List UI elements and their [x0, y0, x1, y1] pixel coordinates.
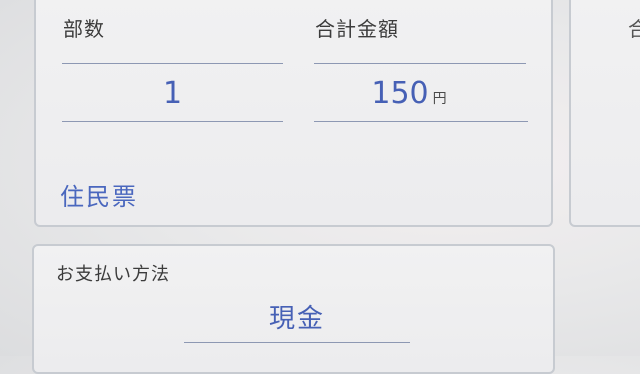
total-top-rule [314, 63, 526, 64]
quantity-value[interactable]: 1 [62, 76, 283, 111]
total-amount-number: 150 [371, 76, 429, 111]
total-bottom-rule [314, 121, 528, 122]
quantity-top-rule [62, 63, 283, 64]
side-panel-card: 合 [569, 0, 640, 227]
payment-method-card: お支払い方法 現金 [32, 244, 555, 374]
total-amount-value: 150 円 [314, 76, 504, 111]
quantity-bottom-rule [62, 121, 283, 122]
quantity-label: 部数 [63, 17, 105, 41]
payment-method-value[interactable]: 現金 [184, 298, 410, 335]
payment-method-label: お支払い方法 [56, 264, 170, 285]
currency-unit: 円 [432, 91, 447, 107]
total-amount-label: 合計金額 [315, 17, 399, 41]
order-summary-card: 部数 1 合計金額 150 円 住民票 [34, 0, 553, 227]
document-type-label: 住民票 [60, 183, 138, 211]
side-panel-label: 合 [628, 17, 640, 41]
payment-method-rule [184, 342, 410, 343]
